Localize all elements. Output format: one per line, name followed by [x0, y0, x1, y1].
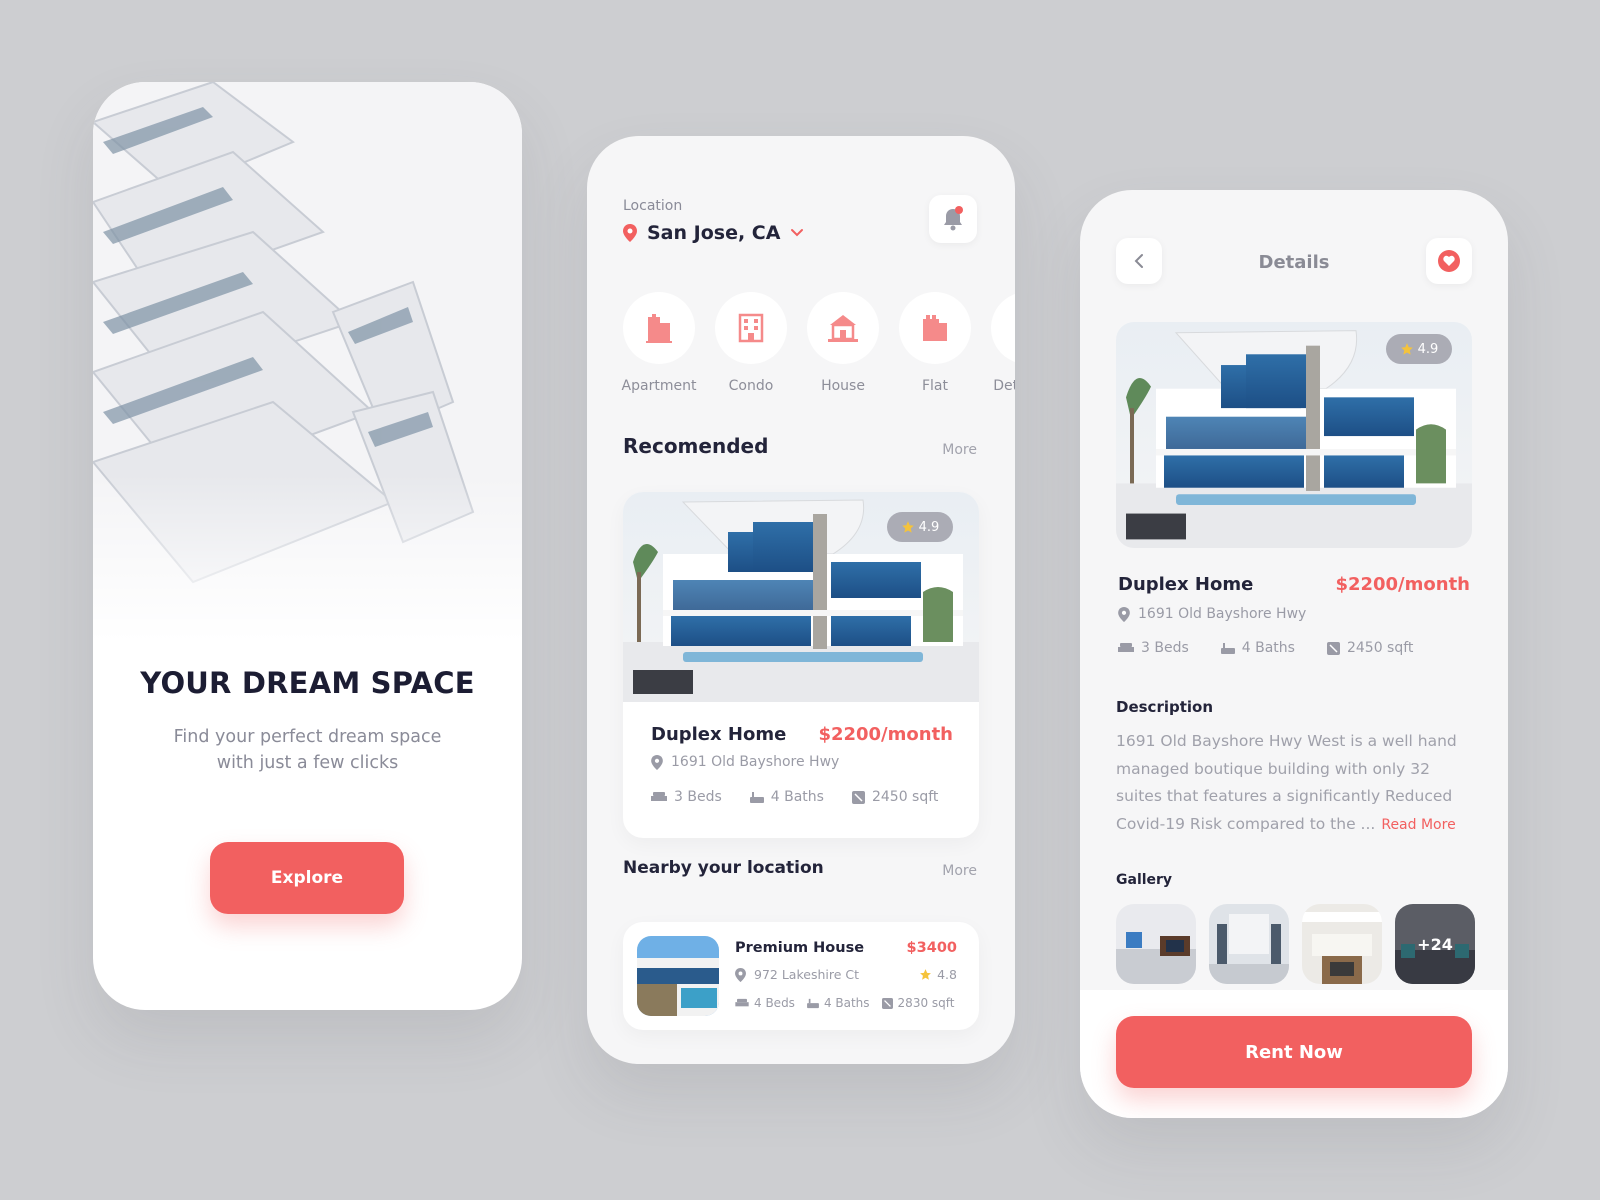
category-label: Condo — [728, 378, 774, 394]
bell-icon — [941, 206, 965, 232]
onboarding-subtitle: Find your perfect dream space with just … — [173, 727, 442, 773]
map-pin-icon — [651, 754, 663, 770]
gallery-image[interactable] — [1209, 904, 1289, 984]
bed-icon — [1118, 642, 1134, 654]
category-label: Detached — [993, 378, 1015, 394]
bed-icon — [735, 998, 749, 1008]
category-label: House — [821, 378, 865, 394]
property-thumbnail — [637, 936, 719, 1016]
property-address: 1691 Old Bayshore Hwy — [651, 754, 839, 770]
area-icon — [1326, 641, 1340, 655]
category-condo[interactable]: Condo — [715, 292, 787, 394]
rating-badge: 4.9 — [1386, 334, 1452, 364]
property-features: 4 Beds 4 Baths 2830 sqft — [735, 996, 955, 1010]
explore-button[interactable]: Explore — [210, 842, 404, 914]
star-icon — [901, 520, 915, 534]
nearby-card[interactable]: Premium House $3400 972 Lakeshire Ct 4.8… — [623, 922, 979, 1030]
location-selector[interactable]: San Jose, CA — [623, 222, 804, 244]
map-pin-icon — [1118, 606, 1130, 622]
gallery-image[interactable] — [1302, 904, 1382, 984]
building-photo — [93, 82, 522, 642]
nearby-title: Nearby your location — [623, 858, 824, 878]
onboarding-title: YOUR DREAM SPACE — [140, 666, 475, 700]
category-list: Apartment Condo House Flat Detached — [621, 292, 1015, 394]
rent-now-button[interactable]: Rent Now — [1116, 1016, 1472, 1088]
category-label: Flat — [921, 378, 948, 394]
area-icon — [881, 997, 893, 1009]
property-address: 1691 Old Bayshore Hwy — [1118, 606, 1306, 622]
map-pin-icon — [623, 224, 637, 242]
notification-button[interactable] — [929, 195, 977, 243]
area-icon — [851, 790, 865, 804]
house-icon — [828, 313, 858, 343]
location-label: Location — [623, 198, 683, 214]
gallery: +24 — [1116, 904, 1475, 984]
category-flat[interactable]: Flat — [899, 292, 971, 394]
bath-icon — [807, 998, 819, 1009]
condo-icon — [738, 313, 764, 343]
category-apartment[interactable]: Apartment — [621, 292, 697, 394]
description-title: Description — [1116, 698, 1214, 716]
gallery-title: Gallery — [1116, 872, 1173, 888]
category-house[interactable]: House — [807, 292, 879, 394]
favorite-button[interactable] — [1426, 238, 1472, 284]
read-more-link[interactable]: Read More — [1381, 817, 1455, 833]
bed-icon — [651, 791, 667, 803]
bath-icon — [749, 791, 764, 804]
property-price: $3400 — [906, 940, 957, 956]
heart-icon — [1437, 249, 1461, 273]
property-price: $2200/month — [1335, 574, 1470, 595]
property-features: 3 Beds 4 Baths 2450 sqft — [1118, 640, 1413, 656]
location-value: San Jose, CA — [647, 222, 781, 244]
detached-icon — [1013, 313, 1015, 343]
gallery-image-more[interactable]: +24 — [1395, 904, 1475, 984]
home-screen: Location San Jose, CA Apartment Condo Ho… — [587, 136, 1015, 1064]
details-screen: Details 4.9 Duplex Home $2200/month 1691… — [1080, 190, 1508, 1118]
property-name: Premium House — [735, 940, 865, 956]
gallery-image[interactable] — [1116, 904, 1196, 984]
description-text: 1691 Old Bayshore Hwy West is a well han… — [1116, 732, 1457, 833]
chevron-down-icon — [790, 228, 804, 238]
apartment-icon — [646, 313, 672, 343]
gallery-more-count: +24 — [1395, 904, 1475, 984]
recommended-title: Recomended — [623, 434, 769, 458]
nearby-more-link[interactable]: More — [942, 863, 977, 879]
bath-icon — [1220, 642, 1235, 655]
property-name: Duplex Home — [651, 724, 787, 745]
category-label: Apartment — [621, 378, 697, 394]
recommended-more-link[interactable]: More — [942, 442, 977, 458]
star-icon — [919, 968, 932, 981]
map-pin-icon — [735, 967, 746, 982]
property-rating: 4.8 — [919, 967, 957, 982]
rating-badge: 4.9 — [887, 512, 953, 542]
property-name: Duplex Home — [1118, 574, 1254, 595]
property-price: $2200/month — [818, 724, 953, 745]
recommended-card[interactable]: 4.9 Duplex Home $2200/month 1691 Old Bay… — [623, 492, 979, 838]
category-detached[interactable]: Detached — [991, 292, 1015, 394]
star-icon — [1400, 342, 1414, 356]
property-address: 972 Lakeshire Ct — [735, 967, 859, 982]
flat-icon — [921, 313, 949, 343]
property-features: 3 Beds 4 Baths 2450 sqft — [651, 789, 938, 805]
onboarding-screen: YOUR DREAM SPACE Find your perfect dream… — [93, 82, 522, 1010]
